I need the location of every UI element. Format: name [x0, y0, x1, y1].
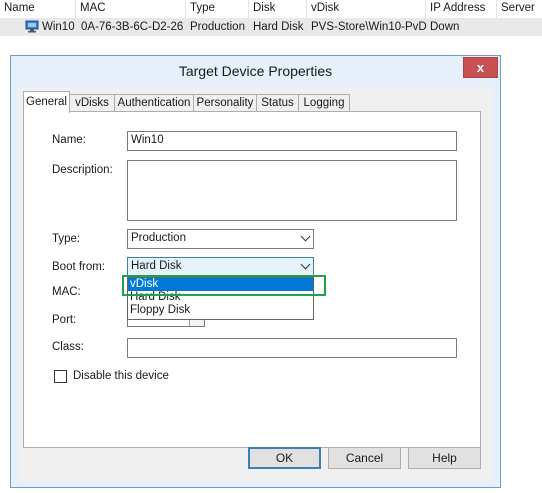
column-header-server[interactable]: Server	[497, 0, 542, 18]
name-label: Name:	[52, 134, 86, 146]
target-device-properties-dialog: Target Device Properties x General vDisk…	[10, 55, 501, 488]
dialog-title: Target Device Properties	[178, 63, 333, 79]
boot-from-label: Boot from:	[52, 261, 106, 273]
column-header-vdisk[interactable]: vDisk	[307, 0, 426, 18]
disable-device-checkbox[interactable]	[54, 370, 67, 383]
device-list-header: Name MAC Type Disk vDisk IP Address Serv…	[0, 0, 542, 19]
device-name-cell: Win10	[42, 21, 75, 33]
name-input[interactable]: Win10	[127, 131, 457, 151]
type-select[interactable]: Production	[127, 229, 314, 249]
tab-authentication[interactable]: Authentication	[114, 94, 194, 111]
device-mac-cell: 0A-76-3B-6C-D2-26	[81, 21, 184, 33]
tab-general[interactable]: General	[23, 91, 70, 113]
class-input[interactable]	[127, 338, 457, 358]
description-label: Description:	[52, 164, 113, 176]
tab-vdisks[interactable]: vDisks	[69, 94, 115, 111]
column-header-type[interactable]: Type	[186, 0, 249, 18]
description-input[interactable]	[127, 160, 457, 221]
column-header-mac[interactable]: MAC	[76, 0, 186, 18]
column-header-disk[interactable]: Disk	[249, 0, 307, 18]
device-row[interactable]: Win10 0A-76-3B-6C-D2-26 Production Hard …	[0, 18, 542, 36]
disable-device-label[interactable]: Disable this device	[73, 370, 169, 382]
column-header-ip-address[interactable]: IP Address	[426, 0, 497, 18]
chevron-down-icon	[300, 231, 311, 242]
tab-personality[interactable]: Personality	[193, 94, 257, 111]
dialog-client-area: General vDisks Authentication Personalit…	[18, 87, 493, 481]
device-vdisk-cell: PVS-Store\Win10-PvD	[311, 21, 427, 33]
boot-option-floppy-disk[interactable]: Floppy Disk	[128, 304, 313, 317]
boot-from-select-value: Hard Disk	[131, 260, 182, 272]
boot-from-select[interactable]: Hard Disk	[127, 257, 314, 277]
port-label: Port:	[52, 314, 77, 326]
type-label: Type:	[52, 233, 81, 245]
mac-label: MAC:	[52, 286, 81, 298]
computer-icon	[25, 20, 39, 33]
ok-button[interactable]: OK	[248, 447, 321, 469]
close-icon: x	[476, 60, 485, 75]
class-label: Class:	[52, 341, 84, 353]
cancel-button[interactable]: Cancel	[328, 447, 401, 469]
highlight-box	[122, 275, 326, 296]
general-tab-panel: Name: Win10 Description: Type: Productio…	[23, 111, 481, 448]
column-header-name[interactable]: Name	[0, 0, 76, 18]
device-type-cell: Production	[190, 21, 245, 33]
device-disk-cell: Hard Disk	[253, 21, 304, 33]
close-button[interactable]: x	[463, 57, 498, 78]
type-select-value: Production	[131, 232, 186, 244]
tab-status[interactable]: Status	[256, 94, 299, 111]
device-ip-cell: Down	[430, 21, 460, 33]
chevron-down-icon	[300, 259, 311, 270]
help-button[interactable]: Help	[408, 447, 481, 469]
tab-logging[interactable]: Logging	[298, 94, 350, 111]
